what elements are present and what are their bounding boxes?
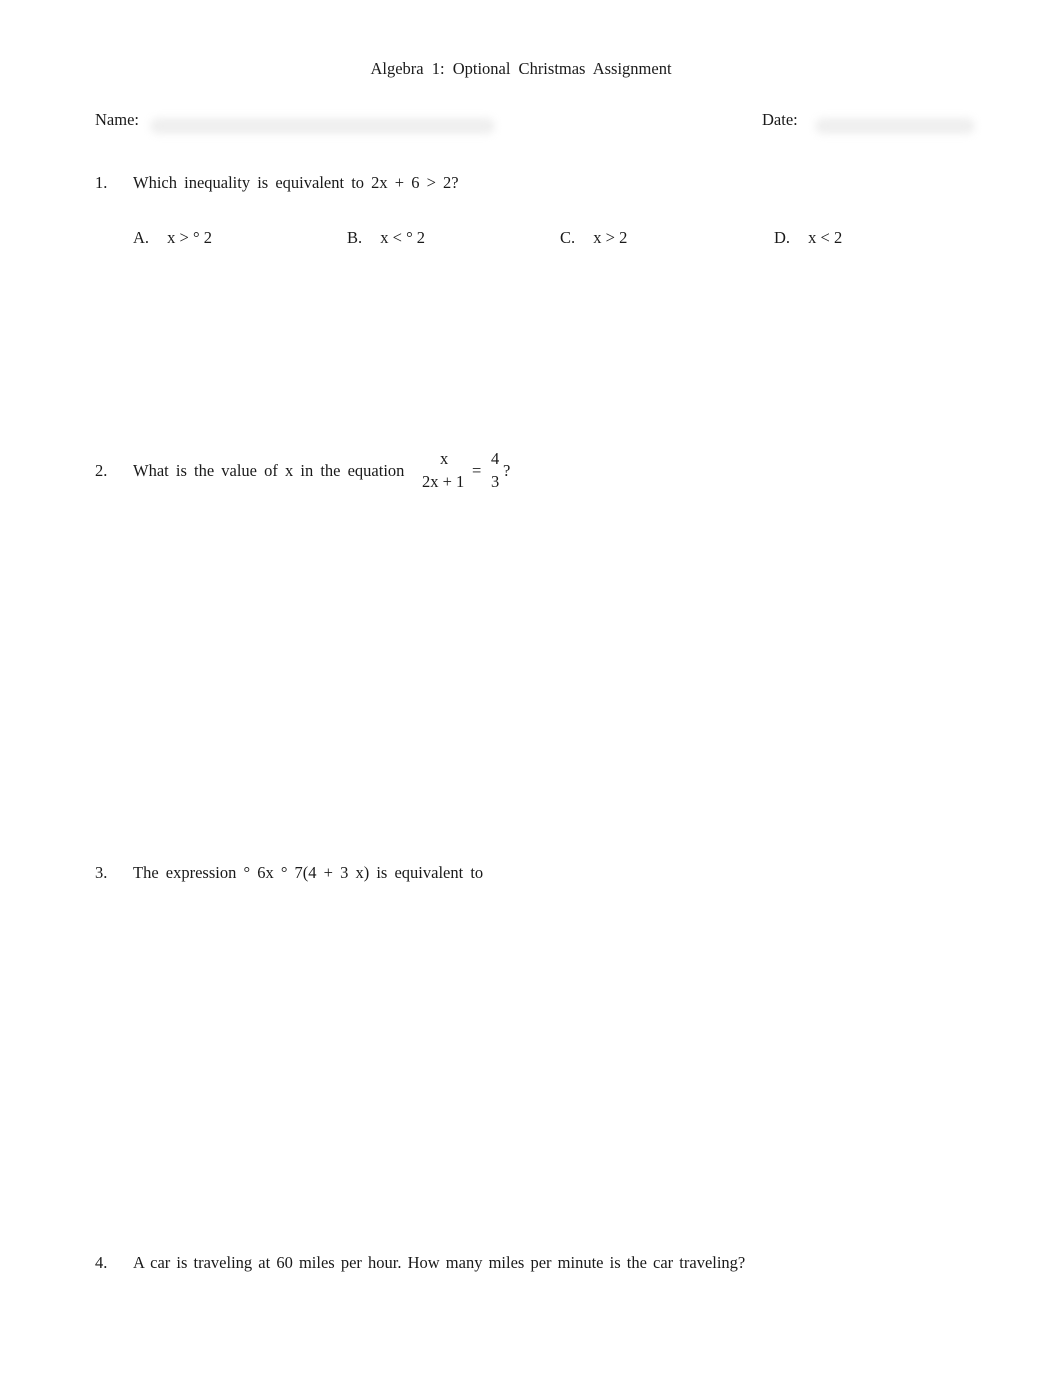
choice-c[interactable]: C. x > 2	[560, 228, 627, 248]
choice-a[interactable]: A. x > ° 2	[133, 228, 212, 248]
page-title: Algebra 1: Optional Christmas Assignment	[370, 59, 672, 78]
choice-letter: A.	[133, 228, 150, 247]
name-label: Name:	[95, 110, 139, 129]
question-number: 2.	[95, 461, 108, 480]
choice-letter: C.	[560, 228, 576, 247]
question-number: 3.	[95, 863, 108, 882]
equals-sign: =	[472, 461, 482, 480]
question-text: Which inequality is equivalent to 2x + 6…	[133, 173, 459, 192]
question-mark: ?	[503, 461, 511, 480]
choice-text: x < 2	[808, 228, 843, 247]
question-text: What is the value of x in the equation	[133, 461, 405, 480]
choice-letter: D.	[774, 228, 791, 247]
right-denominator: 3	[491, 472, 500, 491]
date-label: Date:	[762, 110, 798, 129]
choice-text: x > ° 2	[167, 228, 212, 247]
name-field[interactable]	[150, 118, 495, 134]
right-numerator: 4	[491, 449, 500, 468]
choice-d[interactable]: D. x < 2	[774, 228, 842, 248]
choice-text: x > 2	[593, 228, 628, 247]
date-field[interactable]	[815, 118, 975, 134]
left-numerator: x	[440, 449, 449, 468]
question-text: The expression ° 6x ° 7(4 + 3 x) is equi…	[133, 863, 484, 882]
choice-text: x < ° 2	[380, 228, 426, 247]
choice-b[interactable]: B. x < ° 2	[347, 228, 425, 248]
question-number: 4.	[95, 1253, 108, 1272]
left-denominator: 2x + 1	[422, 472, 465, 491]
choice-letter: B.	[347, 228, 363, 247]
question-text: A car is traveling at 60 miles per hour.…	[133, 1253, 746, 1272]
question-number: 1.	[95, 173, 108, 192]
